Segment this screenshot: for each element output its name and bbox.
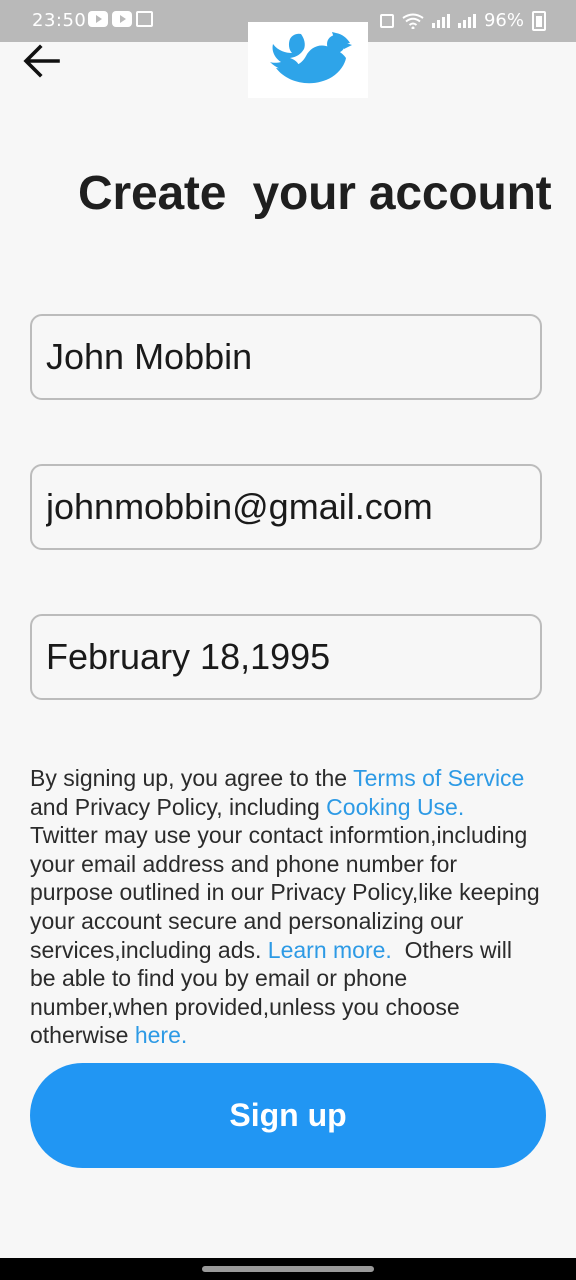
battery-percent: 96% — [483, 10, 524, 31]
sign-up-button[interactable]: Sign up — [30, 1063, 546, 1168]
lock-icon — [379, 13, 394, 28]
legal-text-line: be able to find you by email or phone — [30, 965, 408, 992]
legal-text: By signing up, you agree to the Terms of… — [30, 764, 576, 1050]
home-indicator[interactable] — [202, 1266, 374, 1272]
legal-text-line: number,when provided,unless you choose — [30, 993, 460, 1020]
legal-text-line: Others will — [391, 936, 512, 963]
terms-of-service-link[interactable]: Terms of Service — [353, 765, 524, 791]
name-input[interactable] — [32, 316, 540, 398]
signal-icon — [431, 13, 450, 28]
twitter-bird-icon — [270, 32, 352, 84]
date-of-birth-input[interactable] — [32, 616, 540, 698]
date-of-birth-field[interactable] — [30, 614, 542, 700]
name-field[interactable] — [30, 314, 542, 400]
youtube-icon — [88, 11, 108, 27]
legal-text-line: By signing up, you agree to the — [30, 765, 354, 791]
status-indicators: 96% — [379, 10, 546, 31]
battery-icon — [532, 10, 546, 31]
cooking-use-link[interactable]: Cooking Use. — [326, 794, 464, 820]
legal-text-line: and Privacy Policy, including — [30, 793, 327, 820]
logo — [248, 22, 368, 98]
legal-text-line: purpose outlined in our Privacy Policy,l… — [30, 879, 540, 906]
legal-text-line: your account secure and personalizing ou… — [30, 907, 464, 934]
legal-text-line: Twitter may use your contact informtion,… — [30, 822, 528, 849]
back-button[interactable] — [20, 42, 64, 82]
legal-text-line: otherwise — [30, 1022, 135, 1049]
here-link[interactable]: here. — [135, 1022, 187, 1048]
email-field[interactable] — [30, 464, 542, 550]
email-input[interactable] — [32, 466, 540, 548]
youtube-icon — [112, 11, 132, 27]
status-time: 23:50 — [32, 10, 87, 31]
learn-more-link[interactable]: Learn more. — [268, 937, 392, 963]
page-title: Create your account — [78, 167, 552, 220]
arrow-left-icon — [23, 44, 60, 78]
legal-text-line: your email address and phone number for — [30, 850, 458, 877]
signal-icon — [457, 13, 476, 28]
wifi-icon — [402, 13, 424, 29]
image-icon — [136, 11, 153, 27]
legal-text-line: services,including ads. — [30, 936, 268, 963]
notification-icons — [88, 11, 153, 27]
